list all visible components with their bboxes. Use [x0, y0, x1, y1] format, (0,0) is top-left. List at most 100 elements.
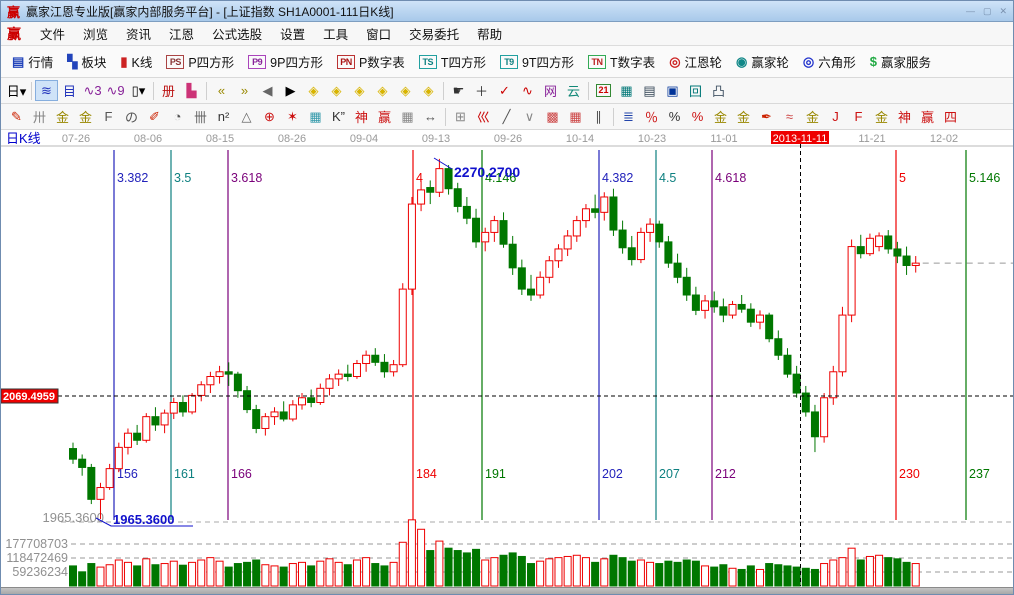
crosshair-tool-icon[interactable]: ＋: [470, 80, 493, 101]
f-lines-icon[interactable]: F: [97, 106, 120, 127]
fan-lines-icon[interactable]: 巛: [472, 106, 495, 127]
save-icon[interactable]: ▣: [661, 80, 684, 101]
chart-area[interactable]: 07-2608-0608-1508-2609-0409-1309-2610-14…: [1, 130, 1014, 587]
flag-icon[interactable]: △: [235, 106, 258, 127]
kline-chart[interactable]: 07-2608-0608-1508-2609-0409-1309-2610-14…: [1, 130, 1014, 587]
flag-pen-icon[interactable]: ✒: [755, 106, 778, 127]
bottom-scrollbar[interactable]: [1, 587, 1013, 595]
wave-count-9-icon[interactable]: ∿9: [104, 80, 127, 101]
diamond-center-icon[interactable]: ◈: [394, 80, 417, 101]
menu-item-资讯[interactable]: 资讯: [117, 21, 160, 46]
next-bar-icon[interactable]: ▶: [279, 80, 302, 101]
star-grid-icon[interactable]: ✶: [281, 106, 304, 127]
menu-item-江恩[interactable]: 江恩: [160, 21, 203, 46]
toolbar-button-K线[interactable]: ▮K线: [113, 49, 159, 75]
gold-line-icon[interactable]: 金: [732, 106, 755, 127]
kline-period-dropdown[interactable]: 日▾: [5, 80, 28, 101]
grid-red-icon[interactable]: ▩: [541, 106, 564, 127]
gold-section-icon[interactable]: 金: [51, 106, 74, 127]
calendar-icon[interactable]: 21: [592, 80, 615, 101]
wave-band-icon[interactable]: ≈: [778, 106, 801, 127]
last-page-icon[interactable]: »: [233, 80, 256, 101]
menu-item-文件[interactable]: 文件: [31, 21, 74, 46]
toolbar-button-行情[interactable]: ▤行情: [5, 49, 60, 75]
gann-target-icon[interactable]: ⊕: [258, 106, 281, 127]
ying-tool-icon[interactable]: 赢: [373, 106, 396, 127]
gold-section2-icon[interactable]: 金: [74, 106, 97, 127]
toolbar-button-六角形[interactable]: ◎六角形: [796, 49, 863, 75]
menu-item-窗口[interactable]: 窗口: [357, 21, 400, 46]
toolbar-button-T数字表[interactable]: TNT数字表: [581, 49, 662, 75]
grid-lines-icon[interactable]: 卅: [28, 106, 51, 127]
red-brush-icon[interactable]: ✐: [143, 106, 166, 127]
grid-red2-icon[interactable]: ▦: [564, 106, 587, 127]
gold-circle-icon[interactable]: 金: [709, 106, 732, 127]
gold-underline-icon[interactable]: 金: [801, 106, 824, 127]
frame-tool-icon[interactable]: ⊞: [449, 106, 472, 127]
menu-item-帮助[interactable]: 帮助: [468, 21, 511, 46]
red-pattern-icon[interactable]: 册: [157, 80, 180, 101]
bar-compare-icon[interactable]: ≣: [617, 106, 640, 127]
square-grid-icon[interactable]: ▦: [304, 106, 327, 127]
purple-net-icon[interactable]: 网: [539, 80, 562, 101]
prev-bar-icon[interactable]: ◀: [256, 80, 279, 101]
chip-distribution-icon[interactable]: ≋: [35, 80, 58, 101]
diamond-compress-icon[interactable]: ◈: [371, 80, 394, 101]
diamond-right-icon[interactable]: ◈: [325, 80, 348, 101]
v-line-icon[interactable]: ∨: [518, 106, 541, 127]
candle-style-dropdown[interactable]: ▯▾: [127, 80, 150, 101]
diamond-full-icon[interactable]: ◈: [417, 80, 440, 101]
toolbar-button-T四方形[interactable]: TST四方形: [412, 49, 493, 75]
ying-slant-icon[interactable]: 赢: [916, 106, 939, 127]
toolbar-button-江恩轮[interactable]: ◎江恩轮: [662, 49, 729, 75]
toolbar-button-9T四方形[interactable]: T99T四方形: [493, 49, 581, 75]
shen-slant-icon[interactable]: 神: [893, 106, 916, 127]
network-icon[interactable]: 回: [684, 80, 707, 101]
toolbar-button-赢家服务[interactable]: $赢家服务: [863, 49, 938, 75]
spiral-icon[interactable]: の: [120, 106, 143, 127]
calculator-icon[interactable]: ▦: [615, 80, 638, 101]
maximize-button[interactable]: ▢: [983, 6, 992, 17]
info-panel-icon[interactable]: 目: [58, 80, 81, 101]
trend-line-icon[interactable]: ╱: [495, 106, 518, 127]
span-arrow-icon[interactable]: ↔: [419, 106, 442, 127]
diamond-left-icon[interactable]: ◈: [302, 80, 325, 101]
zigzag-line-icon[interactable]: ∿: [516, 80, 539, 101]
percent-icon[interactable]: %: [663, 106, 686, 127]
minimize-button[interactable]: —: [966, 6, 975, 17]
grid-123-icon[interactable]: ▦: [396, 106, 419, 127]
toolbar-button-板块[interactable]: ▚板块: [60, 49, 113, 75]
menu-item-工具[interactable]: 工具: [314, 21, 357, 46]
wave-count-3-icon[interactable]: ∿3: [81, 80, 104, 101]
clock-cycle-icon[interactable]: ◔: [166, 106, 189, 127]
percent-under-icon[interactable]: %: [686, 106, 709, 127]
f-slant-icon[interactable]: F: [847, 106, 870, 127]
k-note-icon[interactable]: K”: [327, 106, 350, 127]
color-histogram-icon[interactable]: ▙: [180, 80, 203, 101]
gold-slant-icon[interactable]: 金: [870, 106, 893, 127]
n-squared-icon[interactable]: n²: [212, 106, 235, 127]
brush-icon[interactable]: ✎: [5, 106, 28, 127]
toolbar-button-9P四方形[interactable]: P99P四方形: [241, 49, 330, 75]
j-slant-icon[interactable]: J: [824, 106, 847, 127]
hash-lines-icon[interactable]: 卌: [189, 106, 212, 127]
first-page-icon[interactable]: «: [210, 80, 233, 101]
close-button[interactable]: ✕: [999, 6, 1007, 17]
angle-check-icon[interactable]: ✓: [493, 80, 516, 101]
menu-item-交易委托[interactable]: 交易委托: [400, 21, 468, 46]
notes-icon[interactable]: ▤: [638, 80, 661, 101]
menu-item-公式选股[interactable]: 公式选股: [203, 21, 271, 46]
diamond-expand-icon[interactable]: ◈: [348, 80, 371, 101]
toolbar-button-赢家轮[interactable]: ◉赢家轮: [729, 49, 796, 75]
si-slant-icon[interactable]: 四: [939, 106, 962, 127]
menu-item-浏览[interactable]: 浏览: [74, 21, 117, 46]
print-icon[interactable]: 凸: [707, 80, 730, 101]
hand-tool-icon[interactable]: ☛: [447, 80, 470, 101]
toolbar-button-P四方形[interactable]: PSP四方形: [159, 49, 241, 75]
percent-line-icon[interactable]: ％: [640, 106, 663, 127]
parallel-lines-icon[interactable]: ∥: [587, 106, 610, 127]
shen-tool-icon[interactable]: 神: [350, 106, 373, 127]
menu-item-设置[interactable]: 设置: [271, 21, 314, 46]
toolbar-button-P数字表[interactable]: PNP数字表: [330, 49, 412, 75]
cloud-icon[interactable]: 云: [562, 80, 585, 101]
